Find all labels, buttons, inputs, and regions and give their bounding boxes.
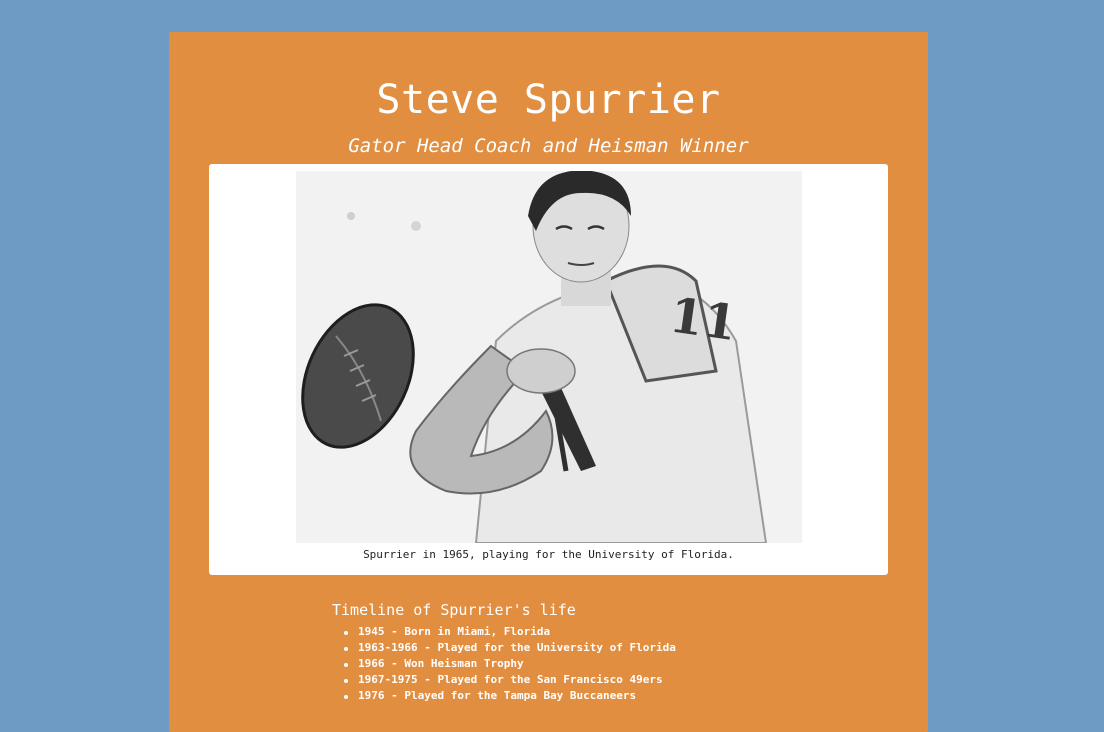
bullet-icon	[344, 663, 348, 667]
timeline-item: 1967-1975 - Played for the San Francisco…	[332, 672, 852, 688]
timeline-year: 1967-1975	[358, 673, 418, 686]
page-subtitle: Gator Head Coach and Heisman Winner	[348, 135, 749, 157]
timeline-text: - Won Heisman Trophy	[384, 657, 524, 670]
timeline-heading: Timeline of Spurrier's life	[332, 601, 576, 619]
timeline-year: 1966	[358, 657, 385, 670]
timeline-section: Timeline of Spurrier's life 1945 - Born …	[332, 599, 852, 704]
timeline-text: - Born in Miami, Florida	[384, 625, 551, 638]
timeline-item: 1945 - Born in Miami, Florida	[332, 624, 852, 640]
photo-caption: Spurrier in 1965, playing for the Univer…	[363, 548, 734, 561]
timeline-year: 1976	[358, 689, 385, 702]
timeline-item: 1976 - Played for the Tampa Bay Buccanee…	[332, 688, 852, 704]
timeline-item: 1966 - Won Heisman Trophy	[332, 656, 852, 672]
bullet-icon	[344, 695, 348, 699]
timeline-text: - Played for the San Francisco 49ers	[417, 673, 663, 686]
bullet-icon	[344, 679, 348, 683]
bullet-icon	[344, 631, 348, 635]
bullet-icon	[344, 647, 348, 651]
page-title: Steve Spurrier	[376, 77, 721, 123]
timeline-text: - Played for the Tampa Bay Buccaneers	[384, 689, 637, 702]
timeline-year: 1963-1966	[358, 641, 418, 654]
timeline-list: 1945 - Born in Miami, Florida 1963-1966 …	[332, 624, 852, 704]
photo-figure: 11 Spurrier in 1965, playing for the Uni…	[209, 164, 888, 575]
timeline-text: - Played for the University of Florida	[417, 641, 676, 654]
main-card: Steve Spurrier Gator Head Coach and Heis…	[169, 32, 928, 732]
timeline-item: 1963-1966 - Played for the University of…	[332, 640, 852, 656]
svg-text:11: 11	[666, 287, 740, 352]
timeline-year: 1945	[358, 625, 385, 638]
player-photo: 11	[296, 171, 802, 543]
player-photo-drawing: 11	[296, 171, 802, 543]
